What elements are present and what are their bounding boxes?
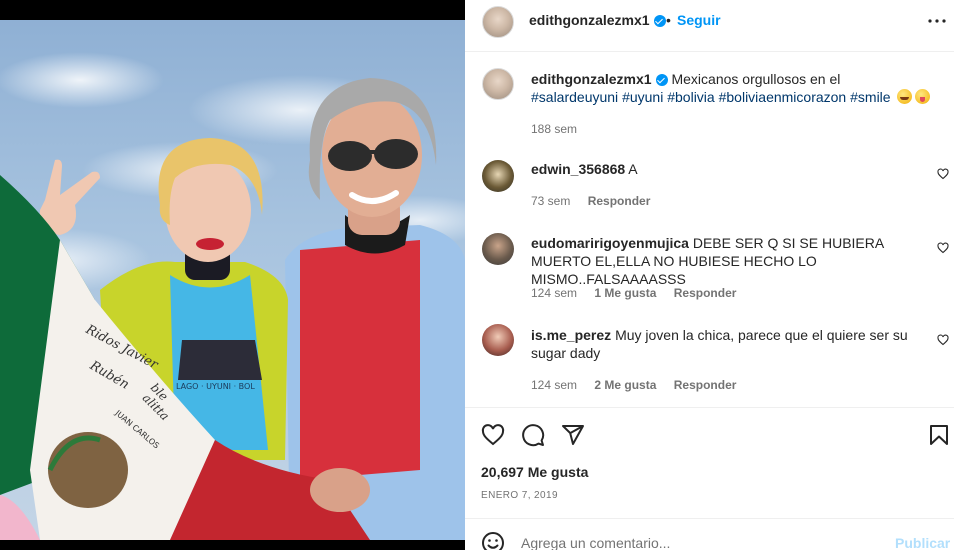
hashtag-smile[interactable]: #smile bbox=[850, 89, 890, 105]
man-hand bbox=[310, 468, 370, 512]
hashtag-uyuni[interactable]: #uyuni bbox=[622, 89, 663, 105]
post-actions: 20,697 Me gusta ENERO 7, 2019 bbox=[465, 407, 954, 507]
comment-meta: 124 sem 2 Me gusta Responder bbox=[531, 378, 750, 392]
header-separator: • bbox=[666, 12, 671, 28]
verified-icon bbox=[653, 15, 666, 28]
comment-username[interactable]: eudomaririgoyenmujica bbox=[531, 235, 689, 251]
share-icon[interactable] bbox=[561, 423, 585, 447]
reply-button[interactable]: Responder bbox=[674, 286, 737, 300]
heart-icon[interactable] bbox=[937, 242, 949, 254]
woman-hand bbox=[39, 159, 100, 235]
caption-body: Mexicanos orgullosos en el bbox=[671, 71, 841, 87]
comment-composer: Publicar bbox=[465, 518, 954, 550]
likes-count[interactable]: 20,697 Me gusta bbox=[481, 464, 588, 480]
caption-text: edithgonzalezmx1 Mexicanos orgullosos en… bbox=[531, 70, 931, 106]
flag-emblem bbox=[48, 432, 128, 508]
commenter-avatar[interactable] bbox=[482, 324, 514, 356]
comment-meta: 73 sem Responder bbox=[531, 194, 664, 208]
heart-icon[interactable] bbox=[937, 334, 949, 346]
caption-avatar[interactable] bbox=[482, 68, 514, 100]
follow-button[interactable]: Seguir bbox=[677, 12, 721, 28]
man-red-shirt bbox=[300, 240, 420, 480]
caption-time[interactable]: 188 sem bbox=[531, 122, 577, 136]
heart-icon[interactable] bbox=[937, 168, 949, 180]
comment-text: eudomaririgoyenmujica DEBE SER Q SI SE H… bbox=[531, 234, 921, 288]
photo-illustration bbox=[0, 78, 465, 540]
comment-input[interactable] bbox=[521, 533, 881, 550]
woman-shirt-print bbox=[178, 340, 262, 380]
post-comment-button[interactable]: Publicar bbox=[895, 535, 950, 550]
reply-button[interactable]: Responder bbox=[674, 378, 737, 392]
commenter-avatar[interactable] bbox=[482, 160, 514, 192]
comment-time[interactable]: 124 sem bbox=[531, 378, 577, 392]
more-options-icon[interactable] bbox=[927, 14, 947, 28]
comment-text: edwin_356868 A bbox=[531, 160, 921, 178]
post-date[interactable]: ENERO 7, 2019 bbox=[481, 490, 558, 501]
woman-lips bbox=[196, 238, 224, 250]
emoji-icon[interactable] bbox=[481, 531, 505, 550]
photo-bottom-bar bbox=[0, 540, 465, 550]
man-sunglass-left bbox=[328, 141, 372, 171]
man-sunglass-bridge bbox=[367, 150, 381, 154]
comment-time[interactable]: 124 sem bbox=[531, 286, 577, 300]
comment-likes-count[interactable]: 1 Me gusta bbox=[594, 286, 656, 300]
shirt-print-text: LAGO · UYUNI · BOL bbox=[176, 382, 255, 391]
hashtag-boliviaenmicorazon[interactable]: #boliviaenmicorazon bbox=[719, 89, 847, 105]
pink-fabric bbox=[0, 495, 40, 540]
author-username-text[interactable]: edithgonzalezmx1 bbox=[529, 12, 650, 28]
comment-icon[interactable] bbox=[521, 423, 545, 447]
comment-likes-count[interactable]: 2 Me gusta bbox=[594, 378, 656, 392]
commenter-avatar[interactable] bbox=[482, 233, 514, 265]
verified-icon bbox=[655, 74, 668, 87]
grin-emoji-icon bbox=[897, 89, 913, 104]
comment-time[interactable]: 73 sem bbox=[531, 194, 570, 208]
comment-username[interactable]: is.me_perez bbox=[531, 327, 611, 343]
bookmark-icon[interactable] bbox=[927, 423, 951, 447]
hashtag-bolivia[interactable]: #bolivia bbox=[667, 89, 714, 105]
comment-meta: 124 sem 1 Me gusta Responder bbox=[531, 286, 750, 300]
comment-body: A bbox=[628, 161, 638, 177]
post-header: edithgonzalezmx1 • Seguir bbox=[465, 0, 954, 52]
heart-icon[interactable] bbox=[481, 423, 505, 447]
reply-button[interactable]: Responder bbox=[588, 194, 651, 208]
comment-username[interactable]: edwin_356868 bbox=[531, 161, 625, 177]
author-avatar[interactable] bbox=[482, 6, 514, 38]
caption-username[interactable]: edithgonzalezmx1 bbox=[531, 71, 652, 87]
tongue-emoji-icon bbox=[915, 89, 931, 104]
comment-text: is.me_perez Muy joven la chica, parece q… bbox=[531, 326, 921, 362]
hashtag-salardeuyuni[interactable]: #salardeuyuni bbox=[531, 89, 618, 105]
author-username[interactable]: edithgonzalezmx1 bbox=[529, 12, 666, 28]
post-photo[interactable]: Ridos Javier Rubén ble alitta JUAN CARLO… bbox=[0, 0, 465, 550]
post-side-panel: edithgonzalezmx1 • Seguir edithgonzalezm… bbox=[465, 0, 954, 550]
